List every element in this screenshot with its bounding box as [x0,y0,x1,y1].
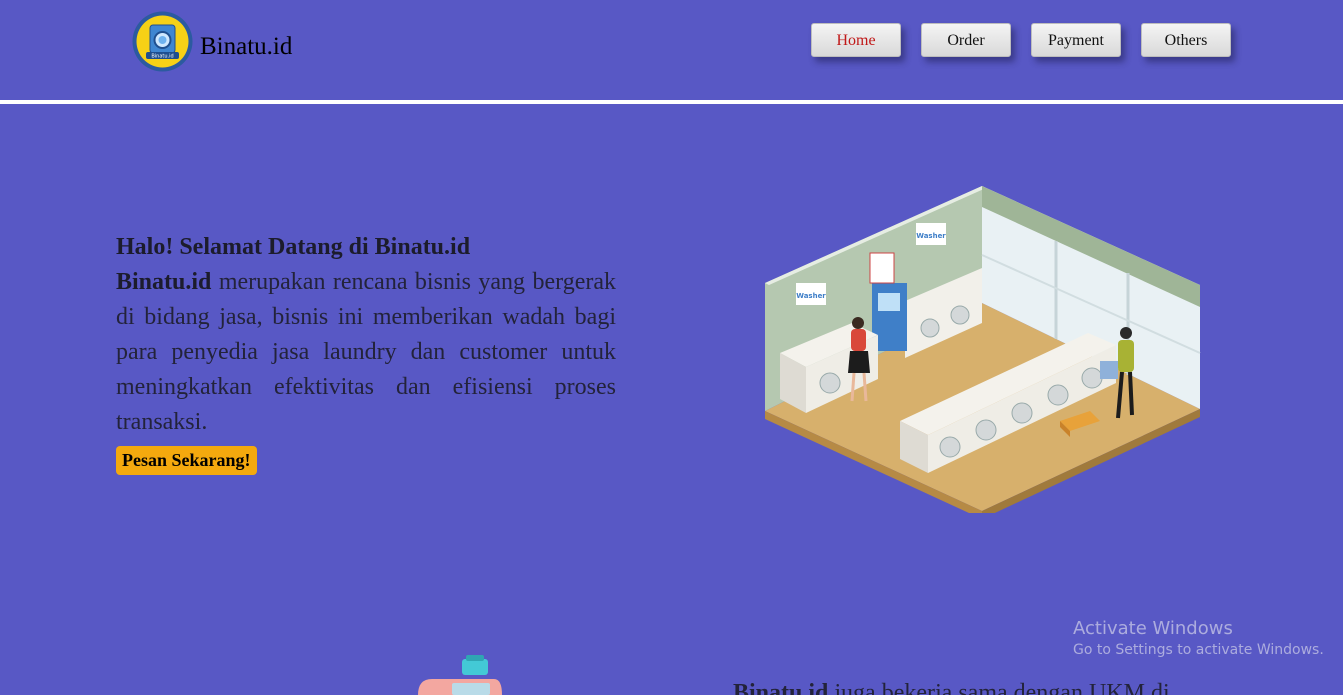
page: Binatu.id Binatu.id Home Order Payment O… [0,0,1343,695]
nav-home-button[interactable]: Home [811,23,901,57]
second-description: juga bekerja sama dengan UKM di [828,680,1170,695]
nav-order-button[interactable]: Order [921,23,1011,57]
hero-title: Halo! Selamat Datang di Binatu.id [116,234,471,260]
brand-name[interactable]: Binatu.id [200,33,292,61]
header-divider [0,100,1343,104]
washer-sign-2: Washer [916,232,946,240]
laundromat-illustration: Washer Washer [765,186,1201,513]
hero-brand-bold: Binatu.id [116,269,212,295]
second-brand-bold: Binatu.id [733,680,829,695]
header: Binatu.id Binatu.id Home Order Payment O… [0,0,1343,100]
nav-payment-button[interactable]: Payment [1031,23,1121,57]
activate-windows-watermark: Activate Windows Go to Settings to activ… [1073,618,1324,658]
nav-others-button[interactable]: Others [1141,23,1231,57]
hero-text: Halo! Selamat Datang di Binatu.id Binatu… [116,230,616,475]
logo[interactable]: Binatu.id [132,11,193,72]
hero-paragraph: Binatu.id merupakan rencana bisnis yang … [116,265,616,440]
second-section-text: Binatu.id juga bekerja sama dengan UKM d… [733,680,1233,695]
watermark-subtitle: Go to Settings to activate Windows. [1073,642,1324,658]
detergent-bottle-illustration [418,655,502,695]
washer-sign-1: Washer [796,292,826,300]
watermark-title: Activate Windows [1073,618,1233,639]
order-now-button[interactable]: Pesan Sekarang! [116,446,257,475]
logo-text: Binatu.id [151,54,173,60]
